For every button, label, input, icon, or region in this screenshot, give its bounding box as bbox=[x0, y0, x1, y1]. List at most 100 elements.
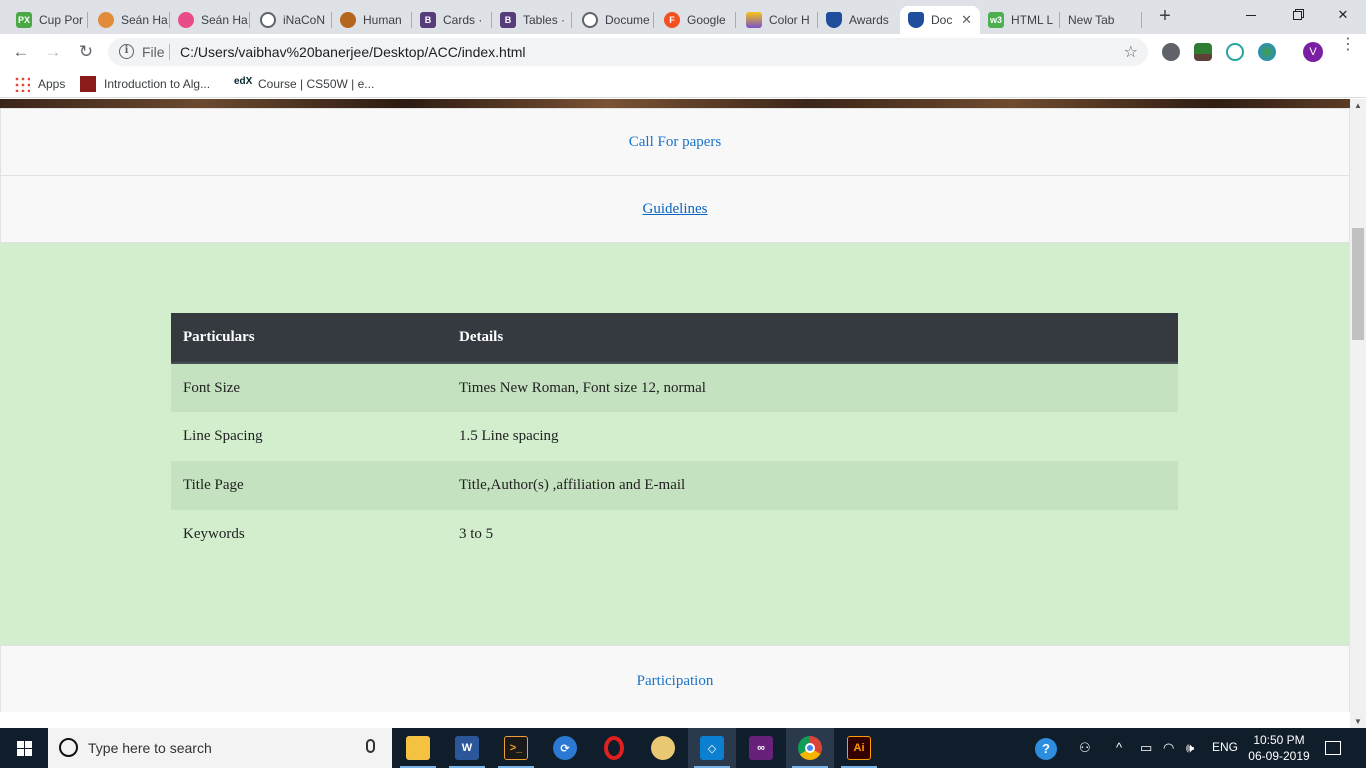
address-bar[interactable]: i File C:/Users/vaibhav%20banerjee/Deskt… bbox=[108, 38, 1148, 66]
minimize-icon bbox=[1246, 14, 1256, 16]
arrow-left-icon: ← bbox=[12, 42, 30, 61]
bootstrap-icon: B bbox=[500, 12, 516, 28]
taskbar-word[interactable]: W bbox=[443, 728, 491, 768]
globe-extension-icon[interactable] bbox=[1258, 43, 1276, 61]
restore-button[interactable] bbox=[1274, 0, 1320, 30]
menu-kebab-icon[interactable]: ⋮ bbox=[1340, 37, 1356, 53]
table-cell: Line Spacing bbox=[183, 428, 263, 444]
taskbar-visual-studio[interactable]: ∞ bbox=[737, 728, 785, 768]
battery-icon[interactable]: ▭ bbox=[1140, 740, 1152, 756]
info-icon[interactable]: i bbox=[119, 44, 134, 59]
nav-participation: Participation bbox=[0, 645, 1350, 712]
cortana-icon bbox=[59, 738, 78, 757]
forward-button[interactable]: → bbox=[42, 41, 64, 63]
taskbar-vscode[interactable]: ◇ bbox=[688, 728, 736, 768]
taskbar-terminal[interactable]: >_ bbox=[492, 728, 540, 768]
browser-tab[interactable]: F Google bbox=[656, 6, 736, 34]
bookmark-star-icon[interactable]: ☆ bbox=[1124, 42, 1138, 62]
people-icon[interactable]: ⚇ bbox=[1079, 740, 1091, 756]
reload-button[interactable]: ↻ bbox=[75, 41, 97, 63]
tree-extension-icon[interactable] bbox=[1194, 43, 1212, 61]
guidelines-section: Particulars Details Font Size Times New … bbox=[0, 243, 1350, 645]
call-for-papers-link[interactable]: Call For papers bbox=[629, 134, 721, 150]
hero-image bbox=[0, 99, 1350, 108]
microphone-icon[interactable] bbox=[366, 739, 375, 753]
action-center-icon[interactable] bbox=[1325, 741, 1341, 755]
table-cell: Title,Author(s) ,affiliation and E-mail bbox=[447, 461, 1178, 510]
browser-tab[interactable]: Seán Ha bbox=[170, 6, 250, 34]
browser-tab[interactable]: B Tables · bbox=[492, 6, 572, 34]
opera-icon bbox=[604, 736, 624, 760]
tray-chevron-icon[interactable]: ^ bbox=[1116, 740, 1122, 755]
browser-tab[interactable]: Color H bbox=[738, 6, 818, 34]
browser-tab[interactable]: New Tab bbox=[1060, 6, 1142, 34]
bug-extension-icon[interactable] bbox=[1162, 43, 1180, 61]
word-icon: W bbox=[455, 736, 479, 760]
windows-taskbar: Type here to search W >_ ⟳ ◇ ∞ Ai ? ⚇ ^ … bbox=[0, 728, 1366, 768]
globe-icon bbox=[260, 12, 276, 28]
restore-icon bbox=[1292, 10, 1302, 20]
browser-tab[interactable]: Docume bbox=[574, 6, 654, 34]
browser-tab[interactable]: iNaCoN bbox=[252, 6, 332, 34]
reload-icon: ↻ bbox=[78, 42, 94, 61]
taskbar-opera[interactable] bbox=[590, 728, 638, 768]
table-row: Title Page Title,Author(s) ,affiliation … bbox=[171, 461, 1178, 510]
profile-avatar[interactable]: V bbox=[1303, 42, 1323, 62]
help-icon[interactable]: ? bbox=[1035, 738, 1057, 760]
edx-icon: edX bbox=[234, 76, 253, 87]
browser-tab[interactable]: B Cards · bbox=[412, 6, 492, 34]
fonts-icon: F bbox=[664, 12, 680, 28]
bookmark-mit[interactable]: Introduction to Alg... bbox=[80, 76, 210, 92]
bookmark-apps[interactable]: Apps bbox=[14, 76, 65, 92]
arrow-right-icon: → bbox=[44, 42, 62, 61]
scroll-up-icon[interactable]: ▲ bbox=[1354, 101, 1362, 110]
px-icon: PX bbox=[16, 12, 32, 28]
browser-tab[interactable]: Human bbox=[332, 6, 412, 34]
vertical-scrollbar[interactable]: ▲ ▼ bbox=[1350, 99, 1366, 728]
bookmark-edx[interactable]: edX Course | CS50W | e... bbox=[234, 76, 374, 92]
taskbar-clock[interactable]: 10:50 PM 06-09-2019 bbox=[1245, 732, 1313, 764]
browser-tab-active[interactable]: Doc ✕ bbox=[900, 6, 980, 34]
table-cell: 1.5 Line spacing bbox=[459, 428, 559, 444]
clock-time: 10:50 PM bbox=[1253, 733, 1305, 747]
table-cell: 3 to 5 bbox=[459, 526, 494, 542]
vscode-icon: ◇ bbox=[700, 736, 724, 760]
chrome-icon bbox=[798, 736, 822, 760]
w3-icon: w3 bbox=[988, 12, 1004, 28]
guidelines-link[interactable]: Guidelines bbox=[643, 201, 708, 217]
mascot-icon bbox=[340, 12, 356, 28]
minimize-button[interactable] bbox=[1228, 0, 1274, 30]
nav-call-for-papers: Call For papers bbox=[0, 108, 1350, 176]
scrollbar-thumb[interactable] bbox=[1352, 228, 1364, 340]
volume-icon[interactable]: 🕪 bbox=[1186, 740, 1194, 756]
taskbar-sync-app[interactable]: ⟳ bbox=[541, 728, 589, 768]
participation-link[interactable]: Participation bbox=[637, 673, 714, 689]
taskbar-file-explorer[interactable] bbox=[394, 728, 442, 768]
new-tab-button[interactable]: + bbox=[1155, 6, 1175, 27]
taskbar-atom[interactable] bbox=[639, 728, 687, 768]
close-window-button[interactable]: ✕ bbox=[1320, 0, 1366, 30]
table-header: Details bbox=[447, 313, 1178, 364]
tab-strip: PX Cup Por Seán Ha Seán Ha iNaCoN Human B… bbox=[0, 0, 1366, 34]
table-row: Font Size Times New Roman, Font size 12,… bbox=[171, 363, 1178, 412]
start-button[interactable] bbox=[0, 728, 48, 768]
browser-tab[interactable]: PX Cup Por bbox=[8, 6, 88, 34]
react-extension-icon[interactable] bbox=[1226, 43, 1244, 61]
taskbar-illustrator[interactable]: Ai bbox=[835, 728, 883, 768]
browser-tab[interactable]: w3 HTML L bbox=[980, 6, 1060, 34]
browser-tab[interactable]: Seán Ha bbox=[90, 6, 170, 34]
taskbar-search-box[interactable]: Type here to search bbox=[48, 728, 392, 768]
browser-tab[interactable]: Awards bbox=[818, 6, 898, 34]
scroll-down-icon[interactable]: ▼ bbox=[1354, 717, 1362, 726]
globe-icon bbox=[582, 12, 598, 28]
color-icon bbox=[746, 12, 762, 28]
url-text[interactable]: C:/Users/vaibhav%20banerjee/Desktop/ACC/… bbox=[180, 44, 526, 60]
language-indicator[interactable]: ENG bbox=[1212, 740, 1238, 754]
bootstrap-icon: B bbox=[420, 12, 436, 28]
close-tab-icon[interactable]: ✕ bbox=[961, 12, 972, 28]
illustrator-icon: Ai bbox=[847, 736, 871, 760]
windows-logo-icon bbox=[16, 740, 32, 756]
back-button[interactable]: ← bbox=[10, 41, 32, 63]
taskbar-chrome[interactable] bbox=[786, 728, 834, 768]
wifi-icon[interactable]: ◠ bbox=[1163, 740, 1174, 756]
